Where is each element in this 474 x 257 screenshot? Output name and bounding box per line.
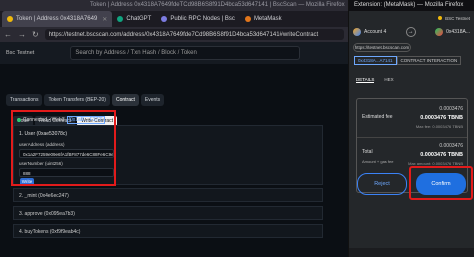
close-icon[interactable]: ✕: [102, 16, 107, 23]
divider: [357, 137, 467, 138]
metamask-icon: [244, 16, 251, 22]
rpc-icon: [161, 16, 168, 22]
account-row: Account 4 → 0x4318A...: [349, 25, 474, 39]
estimated-fee-label: Estimated fee: [362, 114, 393, 120]
interaction-pills: 0x4318A...A7141 CONTRACT INTERACTION: [354, 56, 474, 65]
max-fee-value: 0.0003476 TBNB: [432, 124, 463, 129]
arrow-right-icon: →: [405, 27, 416, 37]
tab-chatgpt[interactable]: ChatGPT: [112, 11, 156, 27]
search-placeholder: Search by Address / Txn Hash / Block / T…: [75, 50, 197, 56]
network-name: BSC Testnet: [445, 15, 470, 21]
bscscan-header: Bsc Testnet Search by Address / Txn Hash…: [0, 42, 348, 64]
browser-title-bar: Token | Address 0x4318A7649fdeTCd98B6S8f…: [0, 0, 348, 11]
tab-contract[interactable]: Contract: [111, 94, 139, 106]
back-icon[interactable]: ←: [4, 30, 12, 39]
extension-tabs: DETAILS HEX: [356, 77, 474, 83]
search-input[interactable]: Search by Address / Txn Hash / Block / T…: [70, 46, 301, 60]
bscscan-icon: [7, 16, 13, 22]
url-bar: ← → ↻ https://testnet.bscscan.com/addres…: [0, 27, 348, 42]
max-fee-label: Max fee:: [415, 124, 432, 129]
tab-details[interactable]: DETAILS: [356, 77, 375, 83]
function-row-mint[interactable]: 2. _mint (0x4e6ec247): [13, 188, 323, 202]
avatar: [435, 28, 444, 36]
highlight-box: [11, 110, 116, 186]
interaction-type-pill: CONTRACT INTERACTION: [396, 56, 462, 65]
total-bold: 0.0003476 TBNB: [420, 152, 463, 158]
forward-icon[interactable]: →: [18, 30, 26, 39]
tab-label: Public RPC Nodes | Bsc: [170, 16, 235, 22]
tab-label: ChatGPT: [126, 16, 152, 22]
avatar: [353, 28, 361, 36]
confirm-button[interactable]: Confirm: [416, 173, 466, 195]
chatgpt-icon: [117, 16, 124, 22]
reject-button[interactable]: Reject: [357, 173, 407, 195]
amount-gas-label: Amount + gas fee: [362, 159, 394, 164]
network-badge: Bsc Testnet: [6, 50, 35, 56]
tab-label: MetaMask: [253, 16, 282, 22]
network-dot-icon: [438, 16, 443, 20]
tab-hex[interactable]: HEX: [384, 77, 393, 83]
total-label: Total: [362, 149, 373, 155]
origin-badge: https://testnet.bscscan.com: [353, 43, 411, 52]
browser-window: Token | Address 0x4318A7649fdeTCd98B6S8f…: [0, 0, 348, 257]
to-account[interactable]: 0x4318A...: [435, 28, 470, 36]
metamask-popup: Extension: (MetaMask) — Mozilla Firefox …: [348, 0, 474, 257]
tab-bar: Token | Address 0x4318A7649 ✕ ChatGPT Pu…: [0, 11, 348, 27]
estimated-fee-value: 0.0003476: [439, 106, 463, 112]
max-fee-line: Max fee: 0.0003476 TBNB: [416, 124, 463, 129]
contract-tabs: Transactions Token Transfers (BEP-20) Co…: [2, 94, 348, 106]
contract-address-pill[interactable]: 0x4318A...A7141: [354, 56, 397, 65]
to-address: 0x4318A...: [446, 29, 470, 35]
network-indicator[interactable]: BSC Testnet: [349, 11, 474, 25]
estimated-fee-bold: 0.0003476 TBNB: [420, 115, 463, 121]
address-input[interactable]: https://testnet.bscscan.com/address/0x43…: [44, 29, 344, 40]
tab-label: Token | Address 0x4318A7649: [16, 16, 98, 22]
tab-rpc-nodes[interactable]: Public RPC Nodes | Bsc: [156, 11, 240, 27]
screen: Token | Address 0x4318A7649fdeTCd98B6S8f…: [0, 0, 474, 257]
from-account[interactable]: Account 4: [353, 28, 386, 36]
extension-title-bar: Extension: (MetaMask) — Mozilla Firefox: [349, 0, 474, 11]
extension-footer: [349, 248, 474, 257]
total-value: 0.0003476: [439, 143, 463, 149]
tab-token-transfers[interactable]: Token Transfers (BEP-20): [44, 94, 110, 106]
function-row-buytokens[interactable]: 4. buyTokens (0xf9f9eab4c): [13, 224, 323, 238]
tab-events[interactable]: Events: [140, 94, 165, 106]
reload-icon[interactable]: ↻: [32, 30, 39, 39]
account-name: Account 4: [364, 29, 387, 35]
tab-transactions[interactable]: Transactions: [6, 94, 43, 106]
tab-bscscan[interactable]: Token | Address 0x4318A7649 ✕: [2, 11, 113, 27]
tab-metamask[interactable]: MetaMask: [240, 11, 287, 27]
function-row-approve[interactable]: 3. approve (0x095ea7b3): [13, 206, 323, 220]
